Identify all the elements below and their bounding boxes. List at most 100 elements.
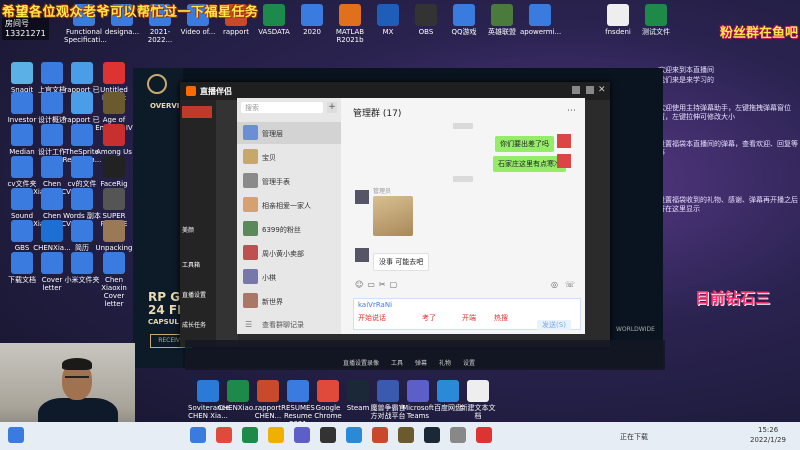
conversation-item[interactable]: 6399的粉丝 <box>237 218 341 240</box>
avatar[interactable] <box>557 154 571 168</box>
scissors-icon[interactable]: ✂ <box>379 280 390 289</box>
app-scene-list[interactable] <box>216 100 238 347</box>
add-chat-button[interactable]: + <box>327 102 337 113</box>
app-icon <box>71 62 93 84</box>
conversation-item[interactable]: 新世界 <box>237 290 341 312</box>
toolbar-item[interactable]: 礼物 <box>439 358 451 367</box>
desktop-icon-label: 英雄联盟 <box>488 28 516 36</box>
nav-item-settings[interactable]: 直播设置 <box>182 290 206 299</box>
suggestion-chip[interactable]: 开始说话 <box>358 313 386 323</box>
desktop-icon[interactable]: Among Us <box>94 124 134 156</box>
desktop-icon-label: MX <box>382 28 394 36</box>
minimize-button[interactable] <box>572 86 580 94</box>
message-bubble-other: 没事 可能去吧 <box>373 253 430 271</box>
nav-item-tasks[interactable]: 成长任务 <box>182 320 206 329</box>
conversation-item[interactable]: 管理层 <box>237 122 341 144</box>
folder-icon[interactable]: ▭ <box>367 280 379 289</box>
avatar[interactable] <box>355 190 369 204</box>
taskbar-app-icon[interactable] <box>398 427 414 443</box>
suggestion-chip[interactable]: 考了 <box>422 313 436 323</box>
taskbar-app-icon[interactable] <box>242 427 258 443</box>
app-icon <box>287 380 309 402</box>
desktop-icon[interactable]: 测试文件 <box>636 4 676 36</box>
app-logo-icon <box>186 86 196 96</box>
desktop-icon-label: 2020 <box>303 28 321 36</box>
desktop-icon[interactable]: MX <box>368 4 408 36</box>
nav-item-toolbox[interactable]: 工具箱 <box>182 260 200 269</box>
clock-date[interactable]: 2022/1/29 <box>750 436 786 444</box>
desktop-icon[interactable]: OBS <box>406 4 446 36</box>
toolbar-item[interactable]: 录像 <box>367 358 379 367</box>
start-icon[interactable] <box>8 427 24 443</box>
app-icon <box>103 220 125 242</box>
chat-title: 管理群 (17) <box>353 109 402 119</box>
toolbar-item[interactable]: 工具 <box>391 358 403 367</box>
taskbar-app-icon[interactable] <box>346 427 362 443</box>
taskbar-app-icon[interactable] <box>320 427 336 443</box>
conversation-item[interactable]: 管理手表 <box>237 170 341 192</box>
nav-item-beauty[interactable]: 美颜 <box>182 225 194 234</box>
conversation-item[interactable]: 小棋 <box>237 266 341 288</box>
taskbar-app-icon[interactable] <box>372 427 388 443</box>
taskbar-app-icon[interactable] <box>294 427 310 443</box>
sender-name: 管理员 <box>373 188 392 195</box>
desktop-icon[interactable]: fnsdeni <box>598 4 638 36</box>
voice-call-icon[interactable]: ◎ <box>551 280 558 289</box>
conversation-item[interactable]: 周小黄小卖部 <box>237 242 341 264</box>
app-icon <box>347 380 369 402</box>
desktop-icon[interactable]: QQ游戏 <box>444 4 484 36</box>
chat-toolbar: ☺▭✂▢ <box>355 280 401 289</box>
conversation-item[interactable]: 宝贝 <box>237 146 341 168</box>
chat-history-link[interactable]: 查看群聊记录 <box>262 320 304 330</box>
menu-icon[interactable]: ☰ <box>245 320 252 329</box>
toolbar-item[interactable]: 设置 <box>463 358 475 367</box>
close-icon[interactable]: ✕ <box>598 85 606 95</box>
rank-text: 目前钻石三 <box>695 289 771 307</box>
chat-search-input[interactable]: 搜索 <box>241 102 323 113</box>
desktop-icon[interactable]: VASDATA <box>254 4 294 36</box>
taskbar-app-icon[interactable] <box>268 427 284 443</box>
desktop-icon-label: designa... <box>104 28 140 36</box>
desktop-icon[interactable]: FaceRig <box>94 156 134 188</box>
taskbar-app-icon[interactable] <box>190 427 206 443</box>
app-icon <box>41 62 63 84</box>
desktop-icon[interactable]: 2020 <box>292 4 332 36</box>
avatar <box>243 149 258 164</box>
desktop-icon[interactable]: Unpacking <box>94 220 134 252</box>
desktop-icon[interactable]: 新建文本文档 <box>458 380 498 420</box>
conversation-name: 小棋 <box>262 274 276 282</box>
taskbar-app-icon[interactable] <box>424 427 440 443</box>
more-icon[interactable]: ⋯ <box>567 106 576 116</box>
app-icon <box>377 4 399 26</box>
taskbar-app-icon[interactable] <box>476 427 492 443</box>
emoji-icon[interactable]: ☺ <box>355 280 367 289</box>
app-icon <box>71 220 93 242</box>
conversation-name: 相亲相爱一家人 <box>262 202 311 210</box>
notice-line: 我们来是来学习的 <box>658 76 714 84</box>
dog-image[interactable] <box>373 196 413 236</box>
suggestion-chip[interactable]: 开端 <box>462 313 476 323</box>
clock-time[interactable]: 15:26 <box>758 426 778 434</box>
app-icon <box>71 156 93 178</box>
avatar[interactable] <box>557 134 571 148</box>
send-button[interactable]: 发送(S) <box>537 320 571 330</box>
avatar[interactable] <box>355 248 369 262</box>
nav-item-active[interactable] <box>182 106 212 118</box>
app-icon <box>317 380 339 402</box>
app-icon <box>227 380 249 402</box>
toolbar-item[interactable]: 直播设置 <box>343 358 367 367</box>
desktop-icon[interactable]: 英雄联盟 <box>482 4 522 36</box>
app-icon <box>71 124 93 146</box>
maximize-button[interactable] <box>586 86 594 94</box>
video-call-icon[interactable]: ☏ <box>565 280 575 289</box>
toolbar-item[interactable]: 弹幕 <box>415 358 427 367</box>
conversation-item[interactable]: 相亲相爱一家人 <box>237 194 341 216</box>
desktop-icon[interactable]: MATLAB R2021b <box>330 4 370 44</box>
chat-icon[interactable]: ▢ <box>390 280 402 289</box>
desktop-icon[interactable]: Chen Xiaoxin Cover letter <box>94 252 134 308</box>
suggestion-chip[interactable]: 热搜 <box>494 313 508 323</box>
taskbar-app-icon[interactable] <box>450 427 466 443</box>
desktop-icon-label: apowermi... <box>520 28 562 36</box>
desktop-icon[interactable]: apowermi... <box>520 4 562 36</box>
taskbar-app-icon[interactable] <box>216 427 232 443</box>
